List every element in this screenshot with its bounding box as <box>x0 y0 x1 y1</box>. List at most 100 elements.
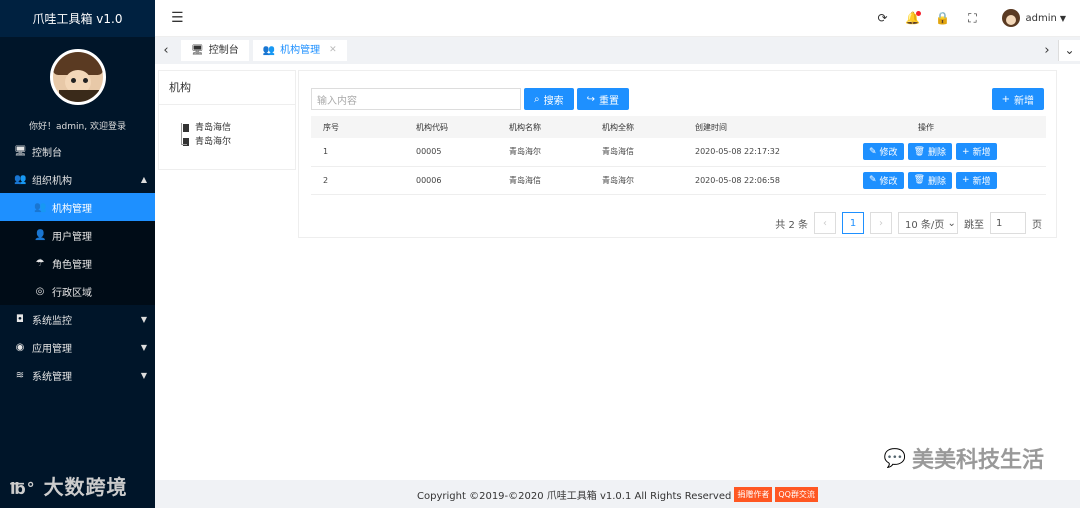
table-cell: 青岛海信 <box>497 166 590 195</box>
share-icon: ↪ <box>586 93 595 105</box>
add-child-button[interactable]: + 新增 <box>956 171 997 189</box>
tree-title: 机构 <box>159 71 295 105</box>
add-child-button-label: 新增 <box>972 148 991 159</box>
bell-icon[interactable]: 🔔 <box>898 11 928 25</box>
wechat-icon: 💬 <box>883 447 906 469</box>
add-button[interactable]: + 新增 <box>991 88 1044 110</box>
pagination: 共 2 条 ‹ 1 › 10 条/页 ⌄ 跳至 1 页 <box>775 212 1042 234</box>
main-content: 机构 青岛海信 青岛海尔 输入内容 ⌕ 搜索 ↪ 重置 + 新增 序号 机构代码… <box>155 64 1080 480</box>
add-child-button-label: 新增 <box>972 176 991 187</box>
table-cell: 青岛海信 <box>590 138 683 167</box>
sidebar-item-label: 系统管理 <box>32 371 72 383</box>
tab-dashboard[interactable]: 🖥 控制台 <box>181 40 249 61</box>
app-title: 爪哇工具箱 v1.0 <box>0 0 155 37</box>
plus-icon: + <box>1001 93 1010 105</box>
edit-button[interactable]: ✎ 修改 <box>863 171 904 189</box>
col-created: 创建时间 <box>683 116 823 138</box>
table-actions-cell: ✎ 修改 🗑 删除 + 新增 <box>823 138 1046 167</box>
tab-next-icon[interactable]: › <box>1036 43 1058 58</box>
col-actions: 操作 <box>823 116 1046 138</box>
tab-label: 机构管理 <box>280 45 321 56</box>
users-icon: 👥 <box>262 45 276 56</box>
caret-down-icon[interactable]: ▼ <box>1060 14 1066 23</box>
pencil-icon: ✎ <box>869 175 877 185</box>
sidebar-item-label: 控制台 <box>32 147 62 159</box>
user-avatar[interactable] <box>1001 9 1020 27</box>
table-header-row: 序号 机构代码 机构名称 机构全称 创建时间 操作 <box>311 116 1046 138</box>
sidebar-item[interactable]: 👤 用户管理 <box>0 221 155 249</box>
users-icon: 👥 <box>34 201 47 213</box>
search-icon: ⌕ <box>534 93 540 105</box>
page-number[interactable]: 1 <box>842 212 864 234</box>
sidebar-item[interactable]: ☂ 角色管理 <box>0 249 155 277</box>
sidebar-item[interactable]: ◎ 行政区域 <box>0 277 155 305</box>
jump-label: 跳至 <box>964 219 984 231</box>
delete-button-label: 删除 <box>928 176 947 187</box>
col-fullname: 机构全称 <box>590 116 683 138</box>
caret-down-icon: ▼ <box>140 342 147 352</box>
plus-icon: + <box>962 146 970 157</box>
trash-icon: 🗑 <box>913 146 925 157</box>
delete-button[interactable]: 🗑 删除 <box>907 143 953 161</box>
sidebar-item-label: 组织机构 <box>32 175 72 187</box>
refresh-icon[interactable]: ⟳ <box>868 11 898 25</box>
tab-bar: ‹ 🖥 控制台 👥 机构管理 ✕ › ⌄ <box>155 37 1080 64</box>
delete-button-label: 删除 <box>928 148 947 159</box>
monitor-icon: 🖥 <box>14 145 27 157</box>
user-name[interactable]: admin <box>1026 13 1057 24</box>
menu-toggle-icon[interactable]: ☰ <box>171 10 184 26</box>
chevron-down-icon[interactable]: ⌄ <box>1058 40 1080 61</box>
sidebar-item[interactable]: 👥 组织机构 ▲ <box>0 165 155 193</box>
welcome-text: 你好！admin, 欢迎登录 <box>29 122 126 132</box>
edit-button-label: 修改 <box>879 176 898 187</box>
table-cell: 00006 <box>404 166 497 195</box>
tree-node[interactable]: 青岛海尔 <box>159 135 295 149</box>
table-actions-cell: ✎ 修改 🗑 删除 + 新增 <box>823 166 1046 195</box>
tab-prev-icon[interactable]: ‹ <box>155 43 177 58</box>
tab-label: 控制台 <box>208 45 239 56</box>
donate-link[interactable]: 捐赠作者 <box>734 486 773 502</box>
sidebar-item[interactable]: 🖥 控制台 <box>0 137 155 165</box>
pencil-icon: ✎ <box>869 146 877 157</box>
sidebar-item[interactable]: 👥 机构管理 <box>0 193 155 221</box>
sidebar-item[interactable]: ≋ 系统管理 ▼ <box>0 361 155 389</box>
user-icon: 👤 <box>34 229 47 241</box>
search-input[interactable]: 输入内容 <box>311 88 521 110</box>
table-cell: 青岛海尔 <box>497 138 590 167</box>
avatar[interactable] <box>49 49 106 105</box>
reset-button-label: 重置 <box>599 95 619 107</box>
umbrella-icon: ☂ <box>35 257 45 269</box>
edit-button[interactable]: ✎ 修改 <box>863 143 904 161</box>
tab-org-management[interactable]: 👥 机构管理 ✕ <box>252 40 347 61</box>
table-cell: 2 <box>311 166 404 195</box>
close-icon[interactable]: ✕ <box>329 40 337 61</box>
qq-group-link[interactable]: QQ群交流 <box>775 486 818 502</box>
search-button[interactable]: ⌕ 搜索 <box>524 88 574 110</box>
fullscreen-icon[interactable]: ⛶ <box>958 11 988 26</box>
layers-icon: ≋ <box>15 369 25 381</box>
sidebar-item[interactable]: ◘ 系统监控 ▼ <box>0 305 155 333</box>
sidebar-item[interactable]: ◉ 应用管理 ▼ <box>0 333 155 361</box>
top-header: ☰ ⟳ 🔔 🔒 ⛶ admin ▼ <box>155 0 1080 37</box>
globe-icon: ◎ <box>35 285 45 297</box>
org-list-panel: 输入内容 ⌕ 搜索 ↪ 重置 + 新增 序号 机构代码 机构名称 机构全称 创建… <box>298 70 1057 238</box>
avatar-container <box>0 37 155 117</box>
add-child-button[interactable]: + 新增 <box>956 143 997 161</box>
compass-icon: ◉ <box>15 341 25 353</box>
tree-connector <box>181 123 187 145</box>
delete-button[interactable]: 🗑 删除 <box>907 171 953 189</box>
page-size-select[interactable]: 10 条/页 ⌄ <box>898 212 958 234</box>
prev-page-button[interactable]: ‹ <box>814 212 836 234</box>
sidebar-menu: 🖥 控制台 👥 组织机构 ▲ 👥 机构管理 👤 用户管理 ☂ 角色管理 ◎ 行政区域 ◘ 系统监控 ▼ ◉ 应用管… <box>0 137 155 389</box>
lock-icon[interactable]: 🔒 <box>928 11 958 25</box>
next-page-button[interactable]: › <box>870 212 892 234</box>
reset-button[interactable]: ↪ 重置 <box>576 88 629 110</box>
table-cell: 2020-05-08 22:06:58 <box>683 166 823 195</box>
table-cell: 1 <box>311 138 404 167</box>
brand-logo: ℔° 大数跨境 <box>10 475 128 499</box>
jump-input[interactable]: 1 <box>990 212 1026 234</box>
tree-node[interactable]: 青岛海信 <box>159 121 295 135</box>
col-name: 机构名称 <box>497 116 590 138</box>
monitor-icon: 🖥 <box>191 45 204 56</box>
watermark: 💬 美美科技生活 <box>883 447 1044 474</box>
